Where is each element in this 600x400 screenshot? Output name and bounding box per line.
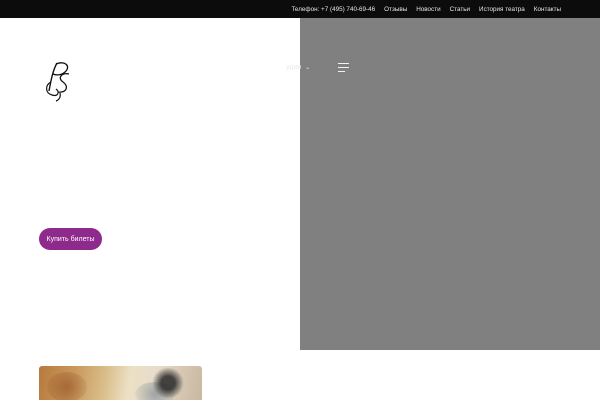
menu-line [338,67,349,68]
news-link[interactable]: Новости [416,6,440,13]
nav-item-studio[interactable]: удия ⌄ [286,62,310,72]
hamburger-menu-icon[interactable] [338,62,350,72]
top-bar: Телефон: +7 (495) 740-69-46 Отзывы Новос… [0,0,600,18]
article-thumbnail-image[interactable] [39,366,202,400]
chevron-down-icon: ⌄ [305,64,311,71]
image-detail [47,372,87,400]
menu-line [338,71,345,72]
monogram-logo[interactable] [40,58,78,102]
logo-icon [46,62,70,102]
menu-line [338,63,349,64]
theatre-history-link[interactable]: История театра [479,6,525,13]
top-bar-links: Телефон: +7 (495) 740-69-46 Отзывы Новос… [291,0,561,18]
phone-link[interactable]: Телефон: +7 (495) 740-69-46 [291,6,375,13]
buy-tickets-button[interactable]: Купить билеты [39,228,102,250]
image-detail [151,368,185,398]
reviews-link[interactable]: Отзывы [384,6,407,13]
articles-link[interactable]: Статьи [450,6,470,13]
nav-item-label: удия [286,63,302,71]
contacts-link[interactable]: Контакты [534,6,561,13]
